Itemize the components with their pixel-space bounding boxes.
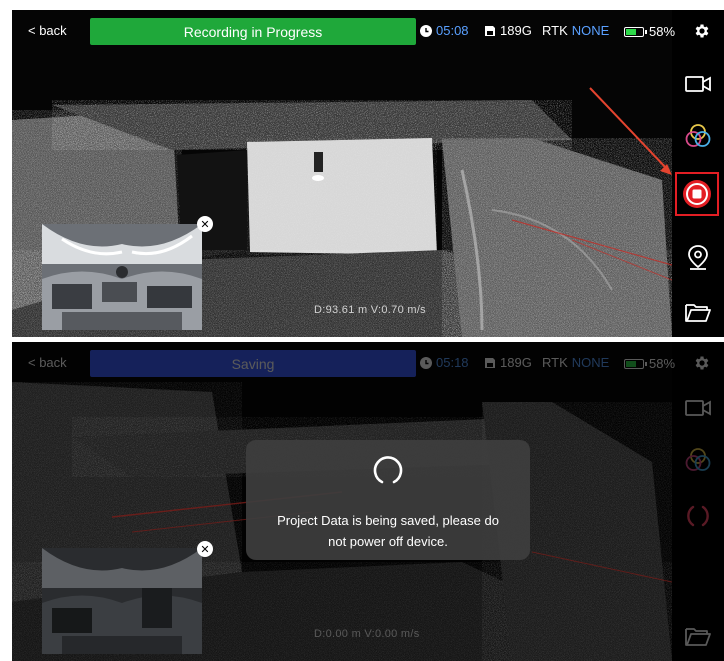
clock-icon: [420, 24, 432, 37]
folder-icon: [685, 304, 711, 322]
distance-velocity-readout: D:0.00 m V:0.00 m/s: [314, 628, 420, 640]
saving-screen: < back Saving 05:18 189G RTK NONE 58% ✕ …: [12, 342, 724, 661]
storage-value: 189G: [500, 23, 532, 38]
saving-message: Project Data is being saved, please do n…: [260, 510, 516, 552]
status-bar: < back Recording in Progress 05:08 189G …: [12, 10, 724, 54]
rtk-value: NONE: [571, 355, 610, 370]
camera-button[interactable]: [680, 66, 716, 102]
battery-indicator: 58%: [624, 356, 675, 371]
rtk-value: NONE: [571, 23, 610, 38]
battery-value: 58%: [649, 356, 676, 371]
clock-icon: [420, 356, 432, 369]
storage-indicator: 189G: [484, 23, 532, 38]
distance-velocity-readout: D:93.61 m V:0.70 m/s: [314, 304, 426, 316]
video-camera-icon: [685, 400, 711, 416]
saving-status-badge: Saving: [90, 350, 416, 377]
storage-value: 189G: [500, 355, 532, 370]
elapsed-time: 05:08: [420, 23, 469, 38]
saving-message-line-2: not power off device.: [328, 534, 448, 549]
time-value: 05:08: [436, 23, 469, 38]
back-button[interactable]: < back: [28, 23, 67, 38]
close-icon: ✕: [200, 543, 210, 556]
video-camera-icon: [685, 76, 711, 92]
location-pin-icon: [688, 245, 708, 270]
rtk-label: RTK: [542, 355, 568, 370]
panorama-preview[interactable]: [42, 224, 202, 330]
status-label: Recording in Progress: [183, 23, 323, 40]
close-preview-button[interactable]: ✕: [197, 216, 213, 232]
rtk-indicator: RTK NONE: [542, 23, 609, 38]
battery-icon: [624, 358, 647, 369]
color-layers-icon: [685, 448, 711, 471]
gear-icon[interactable]: [693, 354, 711, 372]
camera-button[interactable]: [680, 390, 716, 426]
battery-value: 58%: [649, 24, 676, 39]
recording-screen: < back Recording in Progress 05:08 189G …: [12, 10, 724, 337]
spinner-icon: [687, 505, 709, 527]
rtk-indicator: RTK NONE: [542, 355, 609, 370]
saving-dialog: Project Data is being saved, please do n…: [246, 440, 530, 560]
spinner-icon: [373, 456, 403, 484]
elapsed-time: 05:18: [420, 355, 469, 370]
sd-card-icon: [485, 357, 495, 368]
gear-icon[interactable]: [693, 22, 711, 40]
close-icon: ✕: [200, 218, 210, 231]
color-mode-button[interactable]: [680, 118, 716, 154]
recording-status-badge: Recording in Progress: [90, 18, 416, 45]
rtk-label: RTK: [542, 23, 568, 38]
tool-sidebar: [672, 54, 724, 337]
sd-card-icon: [485, 25, 495, 36]
files-button[interactable]: [680, 618, 716, 654]
battery-icon: [624, 26, 647, 37]
stop-recording-button[interactable]: [675, 172, 719, 216]
processing-indicator: [680, 498, 716, 534]
status-bar: < back Saving 05:18 189G RTK NONE 58%: [12, 342, 724, 386]
tool-sidebar: [672, 386, 724, 661]
back-button[interactable]: < back: [28, 355, 67, 370]
panorama-image: [42, 224, 202, 330]
files-button[interactable]: [680, 294, 716, 330]
folder-icon: [685, 628, 711, 646]
close-preview-button[interactable]: ✕: [197, 541, 213, 557]
time-value: 05:18: [436, 355, 469, 370]
color-layers-icon: [685, 124, 711, 147]
panorama-image: [42, 548, 202, 654]
stop-record-icon: [683, 180, 711, 208]
battery-indicator: 58%: [624, 24, 675, 39]
saving-message-line-1: Project Data is being saved, please do: [277, 513, 499, 528]
panorama-preview[interactable]: [42, 548, 202, 654]
location-button[interactable]: [680, 240, 716, 276]
status-label: Saving: [231, 355, 275, 372]
color-mode-button[interactable]: [680, 442, 716, 478]
storage-indicator: 189G: [484, 355, 532, 370]
